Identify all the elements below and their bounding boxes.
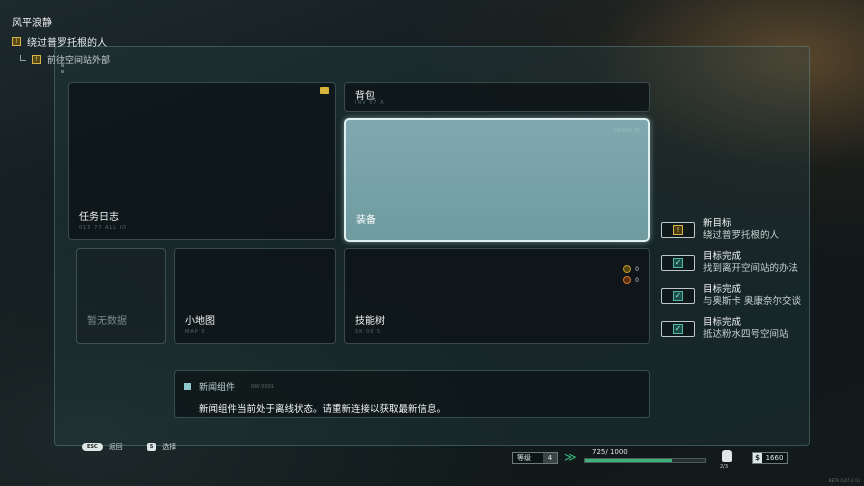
news-icon xyxy=(184,383,191,390)
quest-sub-objective-text: 前往空间站外部 xyxy=(47,56,111,66)
tile-no-data: 暂无数据 xyxy=(76,248,166,344)
notification-badge-icon xyxy=(320,87,329,94)
objective-feed: ! 新目标 绕过普罗托根的人 ✓ 目标完成 找到离开空间站的办法 ✓ 目标完成 与奥斯卡 奥康奈… xyxy=(658,218,808,350)
quest-main-objective-text: 绕过普罗托根的人 xyxy=(27,38,107,49)
tile-equipment[interactable]: DS-003 75 装备 xyxy=(344,118,650,242)
tile-backpack[interactable]: 背包 INV 07 A xyxy=(344,82,650,112)
xp-bar xyxy=(584,458,706,463)
quest-main-objective: ! 绕过普罗托根的人 xyxy=(12,34,110,49)
xp-meter: 725/ 1000 xyxy=(584,448,710,463)
objective-heading: 目标完成 xyxy=(703,251,742,262)
skill-stat-2: 0 xyxy=(623,276,639,284)
select-hint-label: 选择 xyxy=(162,443,177,451)
tile-quest-journal-code: 015 77 ALL ID xyxy=(79,225,127,231)
branch-line-icon xyxy=(20,54,26,61)
esc-key[interactable]: ESC xyxy=(82,443,103,451)
quest-marker-icon: ! xyxy=(32,55,41,64)
backpack-icon xyxy=(722,450,732,462)
tile-minimap-code: MAP 0 xyxy=(185,329,206,335)
tile-equipment-label: 装备 xyxy=(356,215,376,226)
tile-no-data-label: 暂无数据 xyxy=(87,316,127,327)
build-version: BETA 0.47.3 (1) xyxy=(828,478,860,483)
skill-stat-1-value: 0 xyxy=(635,265,639,273)
quest-title: 风平浪静 xyxy=(12,18,52,29)
tile-quest-journal[interactable]: 任务日志 015 77 ALL ID xyxy=(68,82,336,240)
checkmark-icon: ✓ xyxy=(673,258,683,268)
objective-status-box: ✓ xyxy=(661,321,695,337)
level-value: 4 xyxy=(543,453,557,463)
player-status-bar: 等级 4 ≫ 725/ 1000 2/3 $ 1660 BETA 0.47.3 … xyxy=(508,442,864,486)
objective-item: ✓ 目标完成 抵达粉水四号空间站 xyxy=(658,317,808,341)
objective-text: 目标完成 找到离开空间站的办法 xyxy=(703,251,798,275)
skill-stat-2-value: 0 xyxy=(635,276,639,284)
xp-bar-fill xyxy=(585,459,672,462)
tile-minimap[interactable]: 小地图 MAP 0 xyxy=(174,248,336,344)
objective-item: ✓ 目标完成 找到离开空间站的办法 xyxy=(658,251,808,275)
objective-detail: 找到离开空间站的办法 xyxy=(703,263,799,274)
objective-heading: 目标完成 xyxy=(703,284,742,295)
currency-value: 1660 xyxy=(765,454,784,462)
objective-text: 目标完成 抵达粉水四号空间站 xyxy=(703,317,789,341)
progress-dots xyxy=(61,58,65,76)
xp-text: 725/ 1000 xyxy=(592,448,628,456)
level-label: 等级 xyxy=(517,454,531,462)
objective-status-box: ! xyxy=(661,222,695,238)
perk-point-icon xyxy=(623,276,632,284)
objective-text: 目标完成 与奥斯卡 奥康奈尔交谈 xyxy=(703,284,801,308)
control-hints: ESC 返回 S 选择 xyxy=(82,442,176,452)
news-code: NW 0001 xyxy=(251,383,275,390)
objective-heading: 新目标 xyxy=(703,218,732,229)
objective-status-box: ✓ xyxy=(661,288,695,304)
checkmark-icon: ✓ xyxy=(673,291,683,301)
news-widget: 新闻组件 NW 0001 新闻组件当前处于离线状态。请重新连接以获取最新信息。 xyxy=(174,370,650,418)
level-display: 等级 4 xyxy=(512,452,558,464)
objective-item: ! 新目标 绕过普罗托根的人 xyxy=(658,218,808,242)
xp-chevron-icon: ≫ xyxy=(564,450,577,464)
objective-detail: 与奥斯卡 奥康奈尔交谈 xyxy=(703,296,802,307)
inventory-count: 2/3 xyxy=(720,464,729,470)
new-objective-icon: ! xyxy=(673,225,683,235)
tile-backpack-code: INV 07 A xyxy=(355,100,385,106)
news-header: 新闻组件 NW 0001 xyxy=(184,380,274,393)
objective-item: ✓ 目标完成 与奥斯卡 奥康奈尔交谈 xyxy=(658,284,808,308)
tile-skill-tree[interactable]: 0 0 技能树 SK 00 5 xyxy=(344,248,650,344)
objective-text: 新目标 绕过普罗托根的人 xyxy=(703,218,779,242)
quest-sub-objective: ! 前往空间站外部 xyxy=(20,53,110,66)
tile-skill-tree-label: 技能树 xyxy=(355,316,385,327)
objective-status-box: ✓ xyxy=(661,255,695,271)
objective-heading: 目标完成 xyxy=(703,317,742,328)
skill-stat-1: 0 xyxy=(623,265,639,273)
quest-marker-icon: ! xyxy=(12,37,21,46)
news-message: 新闻组件当前处于离线状态。请重新连接以获取最新信息。 xyxy=(199,404,447,415)
currency-display: $ 1660 xyxy=(752,452,788,464)
objective-detail: 抵达粉水四号空间站 xyxy=(703,329,789,340)
tile-equipment-code: DS-003 75 xyxy=(613,128,640,134)
objective-detail: 绕过普罗托根的人 xyxy=(703,230,780,241)
tile-quest-journal-label: 任务日志 xyxy=(79,212,119,223)
checkmark-icon: ✓ xyxy=(673,324,683,334)
news-title: 新闻组件 xyxy=(199,383,236,393)
tile-minimap-label: 小地图 xyxy=(185,316,215,327)
currency-symbol: $ xyxy=(753,453,762,463)
select-key[interactable]: S xyxy=(146,443,157,451)
skill-point-icon xyxy=(623,265,632,273)
back-hint-label: 返回 xyxy=(108,443,123,451)
tile-skill-tree-code: SK 00 5 xyxy=(355,329,382,335)
